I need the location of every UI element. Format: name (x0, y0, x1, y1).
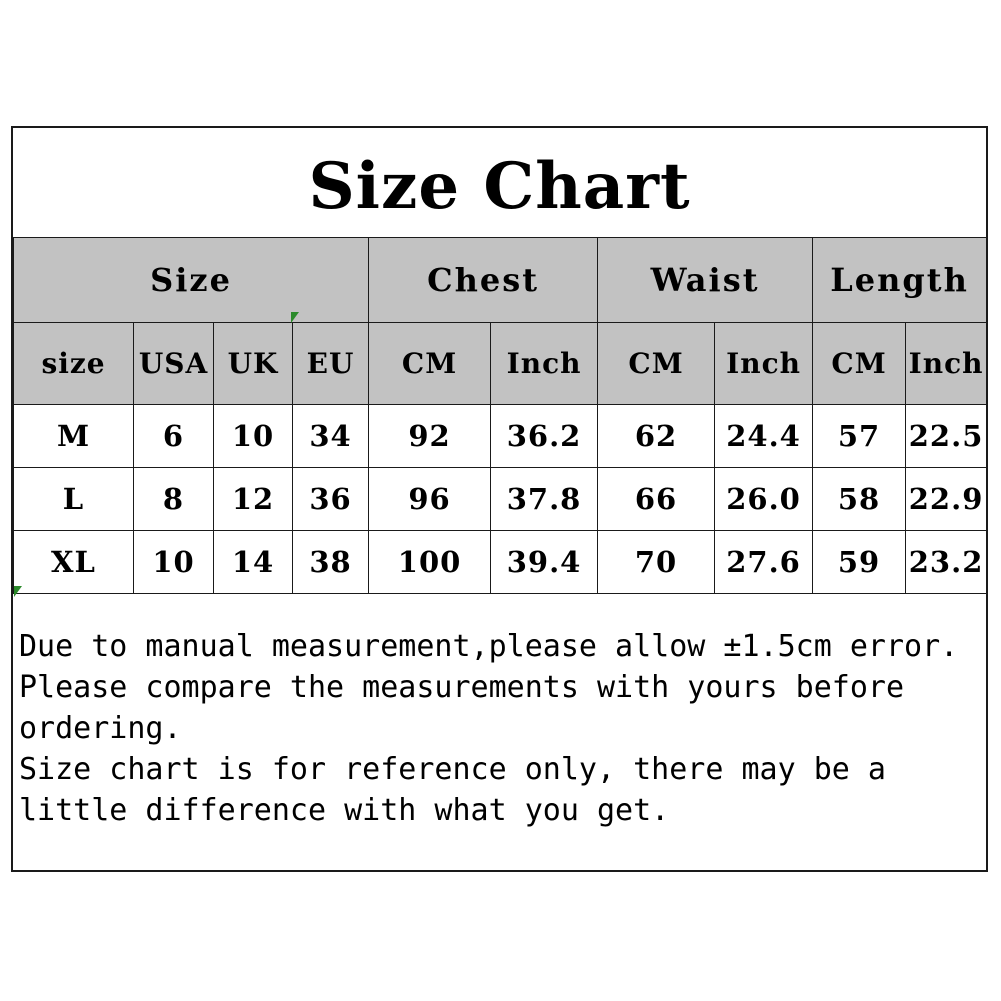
size-chart-page: Size Chart Size Chest Waist Length size … (0, 0, 1001, 1001)
cell-waist-cm: 62 (597, 404, 716, 468)
column-header-length-inch: Inch (905, 322, 988, 405)
cell-size: XL (13, 530, 134, 594)
column-header-size: size (13, 322, 134, 405)
cell-waist-cm: 70 (597, 530, 716, 594)
cell-eu: 38 (291, 530, 370, 594)
size-chart-frame: Size Chart Size Chest Waist Length size … (11, 126, 988, 872)
cell-eu: 36 (291, 467, 370, 531)
column-header-chest-cm: CM (368, 322, 492, 405)
note-line: Due to manual measurement,please allow ±… (19, 629, 959, 664)
cell-usa: 10 (133, 530, 214, 594)
cell-uk: 12 (213, 467, 293, 531)
group-header-length: Length (812, 237, 988, 323)
table-header: Size Chest Waist Length size USA UK EU C… (12, 237, 988, 405)
cell-chest-cm: 100 (368, 530, 492, 594)
table-body: M 6 10 34 92 36.2 62 24.4 57 22.5 L 8 12… (13, 404, 988, 594)
table-group-header-row: Size Chest Waist Length (12, 237, 988, 323)
cell-uk: 10 (213, 404, 293, 468)
table-row: M 6 10 34 92 36.2 62 24.4 57 22.5 (13, 404, 988, 468)
note-line: Please compare the measurements with you… (19, 670, 923, 746)
cell-waist-inch: 27.6 (714, 530, 814, 594)
group-header-size: Size (12, 237, 370, 323)
column-header-length-cm: CM (812, 322, 907, 405)
cell-chest-cm: 92 (368, 404, 492, 468)
cell-waist-cm: 66 (597, 467, 716, 531)
cell-uk: 14 (213, 530, 293, 594)
cell-waist-inch: 24.4 (714, 404, 814, 468)
cell-chest-inch: 36.2 (490, 404, 599, 468)
cell-length-inch: 22.9 (905, 467, 988, 531)
cell-length-inch: 22.5 (905, 404, 988, 468)
group-header-waist: Waist (597, 237, 814, 323)
group-header-chest: Chest (368, 237, 599, 323)
cell-length-cm: 58 (812, 467, 907, 531)
note-line: Size chart is for reference only, there … (19, 752, 905, 828)
cell-chest-inch: 39.4 (490, 530, 599, 594)
column-header-eu: EU (291, 322, 370, 405)
cell-chest-cm: 96 (368, 467, 492, 531)
cell-chest-inch: 37.8 (490, 467, 599, 531)
cell-length-cm: 59 (812, 530, 907, 594)
table-row: XL 10 14 38 100 39.4 70 27.6 59 23.2 (13, 530, 988, 594)
column-header-usa: USA (133, 322, 214, 405)
table-column-header-row: size USA UK EU CM Inch CM Inch CM Inch (13, 322, 988, 405)
cell-length-cm: 57 (812, 404, 907, 468)
disclaimer-notes: Due to manual measurement,please allow ±… (19, 626, 985, 831)
column-header-waist-inch: Inch (714, 322, 814, 405)
column-header-chest-inch: Inch (490, 322, 599, 405)
cell-eu: 34 (291, 404, 370, 468)
table-row: L 8 12 36 96 37.8 66 26.0 58 22.9 (13, 467, 988, 531)
cell-size: L (13, 467, 134, 531)
cell-waist-inch: 26.0 (714, 467, 814, 531)
cell-usa: 8 (133, 467, 214, 531)
cell-size: M (13, 404, 134, 468)
page-title: Size Chart (308, 149, 691, 224)
cell-usa: 6 (133, 404, 214, 468)
column-header-uk: UK (213, 322, 293, 405)
size-chart-table: Size Chest Waist Length size USA UK EU C… (12, 237, 988, 594)
cell-length-inch: 23.2 (905, 530, 988, 594)
column-header-waist-cm: CM (597, 322, 716, 405)
